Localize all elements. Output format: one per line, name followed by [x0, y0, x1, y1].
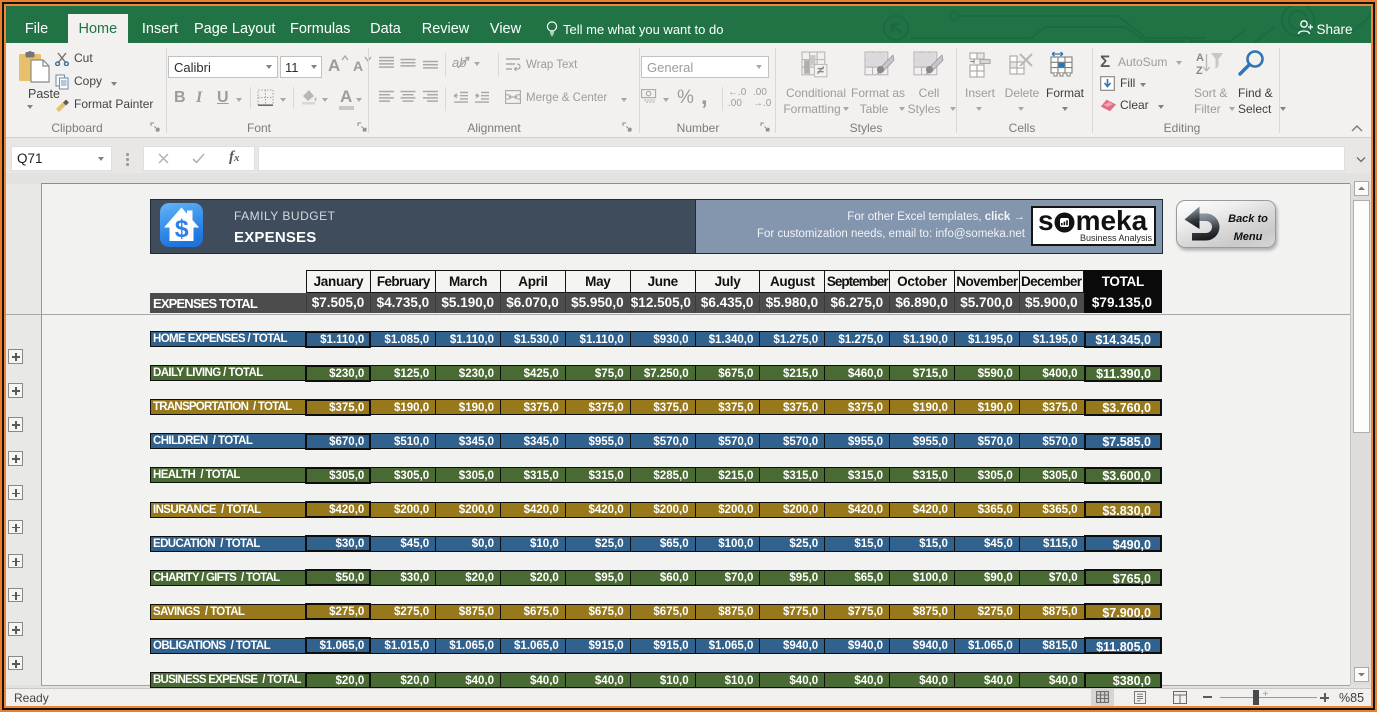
- svg-text:Z: Z: [1196, 65, 1203, 77]
- svg-text:A: A: [1196, 52, 1204, 64]
- svg-text:$: $: [175, 215, 189, 243]
